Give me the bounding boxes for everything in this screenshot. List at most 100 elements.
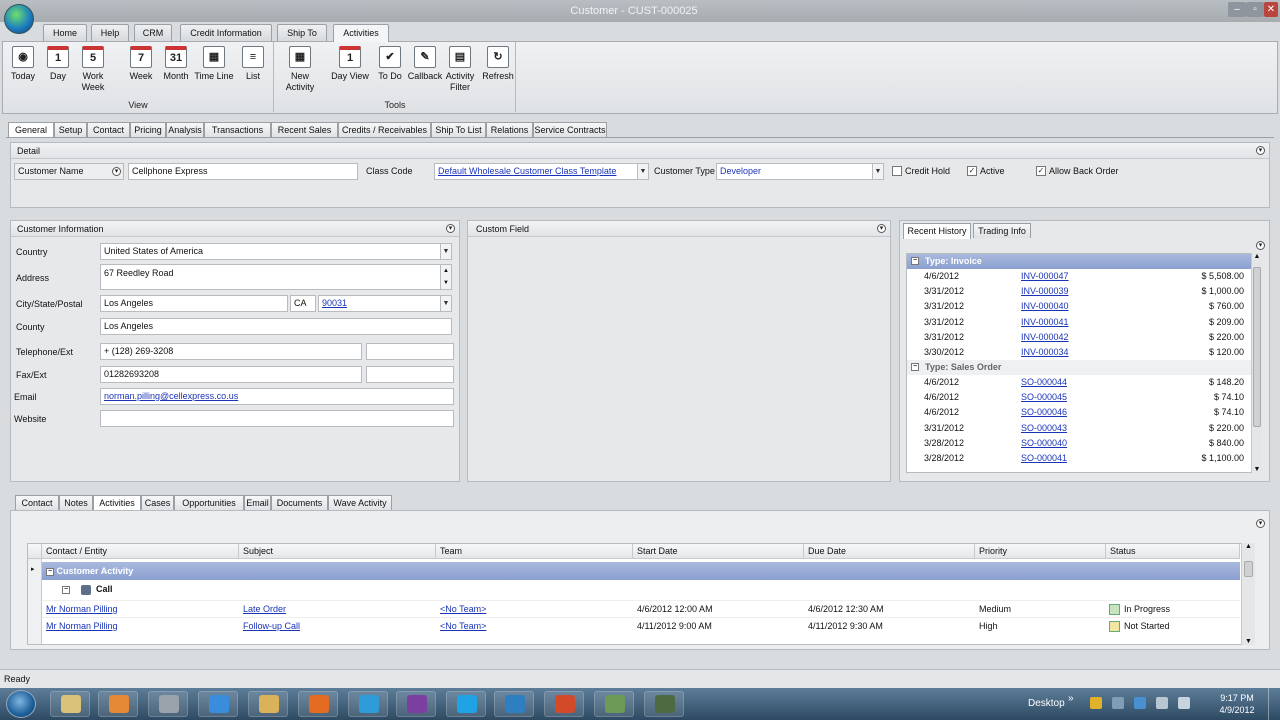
fax-input[interactable]: 01282693208: [100, 366, 362, 383]
postal-select[interactable]: 90031 ▼: [318, 295, 452, 312]
state-input[interactable]: CA: [290, 295, 316, 312]
collapse-icon[interactable]: ▾: [877, 224, 886, 233]
taskbar-folder-icon[interactable]: [50, 691, 90, 717]
tab-activities[interactable]: Activities: [93, 495, 141, 511]
chevron-down-icon[interactable]: ▼: [440, 296, 451, 311]
view-week-button[interactable]: 7 Week: [121, 46, 161, 82]
collapse-icon[interactable]: ▾: [446, 224, 455, 233]
view-list-button[interactable]: ≡ List: [233, 46, 273, 82]
scroll-down-icon[interactable]: ▼: [1252, 466, 1262, 473]
history-row[interactable]: 3/30/2012 INV-000034 $ 120.00: [907, 345, 1254, 360]
tab-notes[interactable]: Notes: [59, 495, 93, 510]
history-row[interactable]: 3/31/2012 INV-000039 $ 1,000.00: [907, 284, 1254, 299]
close-button[interactable]: ✕: [1264, 2, 1278, 17]
taskbar-app-icon[interactable]: [248, 691, 288, 717]
telephone-ext-input[interactable]: [366, 343, 454, 360]
scroll-down-icon[interactable]: ▼: [1242, 638, 1255, 645]
tab-recent-sales[interactable]: Recent Sales: [271, 122, 338, 137]
history-row[interactable]: 4/6/2012 SO-000045 $ 74.10: [907, 390, 1254, 405]
history-document-link[interactable]: INV-000039: [1021, 284, 1069, 299]
active-checkbox[interactable]: ✓: [967, 166, 977, 176]
show-desktop-button[interactable]: [1268, 688, 1280, 720]
collapse-group-icon[interactable]: −: [911, 257, 919, 265]
chevron-down-icon[interactable]: ▼: [637, 164, 648, 179]
minimize-button[interactable]: –: [1228, 2, 1246, 17]
activity-subject-link[interactable]: Follow-up Call: [243, 618, 300, 635]
column-header-due-date[interactable]: Due Date: [804, 544, 975, 559]
tool-new-activity-button[interactable]: ▦ New Activity: [280, 46, 320, 93]
tab-opportunities[interactable]: Opportunities: [174, 495, 244, 510]
history-group-header[interactable]: − Type: Invoice: [907, 254, 1254, 269]
tab-documents[interactable]: Documents: [271, 495, 328, 510]
customer-activity-group[interactable]: − Customer Activity: [42, 562, 1240, 580]
tab-contact[interactable]: Contact: [15, 495, 59, 510]
column-header-priority[interactable]: Priority: [975, 544, 1106, 559]
customer-type-select[interactable]: Developer ▼: [716, 163, 884, 180]
taskbar-powerpoint-icon[interactable]: [544, 691, 584, 717]
ribbon-tab-crm[interactable]: CRM: [134, 24, 172, 41]
chevron-right-icon[interactable]: »: [1068, 693, 1074, 704]
tab-contact[interactable]: Contact: [87, 122, 130, 137]
tab-setup[interactable]: Setup: [54, 122, 87, 137]
history-row[interactable]: 4/6/2012 SO-000046 $ 74.10: [907, 405, 1254, 420]
volume-icon[interactable]: [1178, 697, 1190, 709]
tab-general[interactable]: General: [8, 122, 54, 138]
history-document-link[interactable]: SO-000045: [1021, 390, 1067, 405]
tool-callback-button[interactable]: ✎ Callback: [405, 46, 445, 82]
collapse-icon[interactable]: ▾: [1256, 241, 1265, 250]
scroll-up-icon[interactable]: ▲: [1252, 253, 1262, 260]
tab-email[interactable]: Email: [244, 495, 271, 510]
tab-pricing[interactable]: Pricing: [130, 122, 166, 137]
city-input[interactable]: Los Angeles: [100, 295, 288, 312]
tab-transactions[interactable]: Transactions: [204, 122, 271, 137]
column-header-contact-entity[interactable]: Contact / Entity: [42, 544, 239, 559]
history-row[interactable]: 4/6/2012 INV-000047 $ 5,508.00: [907, 269, 1254, 284]
column-header-status[interactable]: Status: [1106, 544, 1240, 559]
ribbon-tab-activities[interactable]: Activities: [333, 24, 389, 42]
ribbon-tab-help[interactable]: Help: [91, 24, 129, 41]
ribbon-tab-credit-information[interactable]: Credit Information: [180, 24, 272, 41]
taskbar-customer-app-icon[interactable]: [494, 691, 534, 717]
credit-hold-checkbox[interactable]: [892, 166, 902, 176]
desktop-toolbar-label[interactable]: Desktop: [1028, 698, 1065, 709]
tool-day-view-button[interactable]: 1 Day View: [330, 46, 370, 82]
class-code-select[interactable]: Default Wholesale Customer Class Templat…: [434, 163, 649, 180]
email-input[interactable]: norman.pilling@cellexpress.co.us: [100, 388, 454, 405]
allow-back-order-checkbox[interactable]: ✓: [1036, 166, 1046, 176]
tool-refresh-button[interactable]: ↻ Refresh: [478, 46, 518, 82]
history-document-link[interactable]: SO-000041: [1021, 451, 1067, 466]
activity-contact-link[interactable]: Mr Norman Pilling: [46, 618, 118, 635]
collapse-group-icon[interactable]: −: [62, 585, 70, 594]
taskbar-browser-icon[interactable]: [348, 691, 388, 717]
address-input[interactable]: 67 Reedley Road ▲ ▼: [100, 264, 452, 290]
taskbar-yahoo-messenger-icon[interactable]: [396, 691, 436, 717]
taskbar-hp-icon[interactable]: [148, 691, 188, 717]
column-header-team[interactable]: Team: [436, 544, 633, 559]
tool-to-do-button[interactable]: ✔ To Do: [370, 46, 410, 82]
history-document-link[interactable]: SO-000040: [1021, 436, 1067, 451]
view-work-week-button[interactable]: 5 Work Week: [73, 46, 113, 93]
county-input[interactable]: Los Angeles: [100, 318, 452, 335]
start-button-icon[interactable]: [6, 690, 36, 718]
activity-contact-link[interactable]: Mr Norman Pilling: [46, 601, 118, 618]
warning-flag-icon[interactable]: [1090, 697, 1102, 709]
history-row[interactable]: 3/31/2012 INV-000042 $ 220.00: [907, 330, 1254, 345]
history-row[interactable]: 4/6/2012 SO-000044 $ 148.20: [907, 375, 1254, 390]
taskbar-internet-explorer-icon[interactable]: [198, 691, 238, 717]
view-today-button[interactable]: ◉ Today: [3, 46, 43, 82]
column-header-start-date[interactable]: Start Date: [633, 544, 804, 559]
chevron-down-icon[interactable]: ▼: [440, 244, 451, 259]
column-header-subject[interactable]: Subject: [239, 544, 436, 559]
tab-credits-receivables[interactable]: Credits / Receivables: [338, 122, 431, 137]
activity-team-link[interactable]: <No Team>: [440, 601, 486, 618]
taskbar-app-icon[interactable]: [644, 691, 684, 717]
tab-wave-activity[interactable]: Wave Activity: [328, 495, 392, 510]
activity-subject-link[interactable]: Late Order: [243, 601, 286, 618]
collapse-group-icon[interactable]: −: [911, 363, 919, 371]
tray-icon[interactable]: [1112, 697, 1124, 709]
taskbar-skype-icon[interactable]: [446, 691, 486, 717]
scroll-arrows-icon[interactable]: ▲ ▼: [440, 265, 451, 289]
history-row[interactable]: 3/31/2012 INV-000041 $ 209.00: [907, 315, 1254, 330]
scroll-thumb[interactable]: [1253, 267, 1261, 427]
email-value[interactable]: norman.pilling@cellexpress.co.us: [104, 391, 238, 401]
